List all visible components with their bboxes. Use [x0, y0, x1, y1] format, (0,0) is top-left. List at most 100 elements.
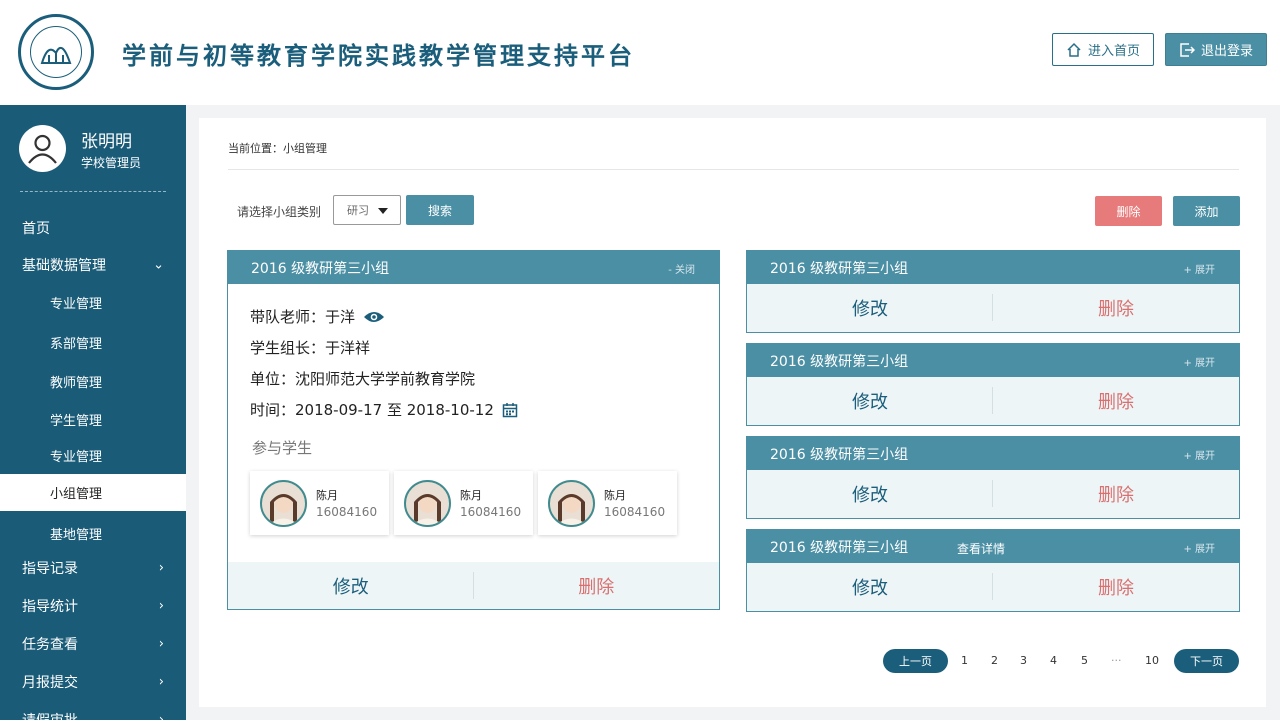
group-card-title: 2016 级教研第三小组	[770, 261, 909, 277]
prev-page-button[interactable]: 上一页	[883, 649, 948, 673]
logout-icon	[1180, 42, 1195, 57]
site-title: 学前与初等教育学院实践教学管理支持平台	[122, 42, 635, 70]
group-card-actions: 修改 删除	[228, 562, 719, 609]
next-page-button[interactable]: 下一页	[1174, 649, 1239, 673]
delete-button[interactable]: 删除	[993, 563, 1239, 611]
group-card-header[interactable]: 2016 级教研第三小组 + 展开	[747, 437, 1239, 471]
student-name: 陈月	[460, 489, 482, 502]
calendar-icon[interactable]	[502, 402, 518, 418]
sidebar-item-label: 系部管理	[50, 336, 103, 352]
delete-button[interactable]: 删除	[993, 470, 1239, 518]
sidebar-item-task[interactable]: 任务查看 ›	[0, 627, 186, 661]
sidebar-item-leave-approval[interactable]: 请假审批 ›	[0, 703, 186, 720]
group-card-actions: 修改 删除	[747, 377, 1239, 425]
teacher-text: 带队老师：于洋	[250, 308, 356, 326]
add-button[interactable]: 添加	[1173, 196, 1240, 226]
expand-toggle[interactable]: + 展开	[1183, 447, 1215, 462]
time-text: 时间：2018-09-17 至 2018-10-12	[250, 401, 494, 419]
group-card-title: 2016 级教研第三小组	[251, 260, 390, 277]
group-card-actions: 修改 删除	[747, 284, 1239, 332]
teacher-info: 带队老师：于洋	[250, 306, 385, 327]
university-logo	[18, 14, 94, 90]
sidebar: 张明明 学校管理员 首页 基础数据管理 ⌄ 专业管理 系部管理 教师管理 学生管理…	[0, 105, 186, 720]
page-number[interactable]: 2	[991, 654, 998, 667]
sidebar-item-guidance-record[interactable]: 指导记录 ›	[0, 551, 186, 585]
sidebar-item-group[interactable]: 小组管理	[0, 474, 186, 511]
page-number[interactable]: 1	[961, 654, 968, 667]
user-name: 张明明	[81, 132, 132, 152]
time-info: 时间：2018-09-17 至 2018-10-12	[250, 399, 518, 420]
page-number[interactable]: 10	[1145, 654, 1159, 667]
student-name: 陈月	[604, 489, 626, 502]
user-icon	[28, 134, 57, 164]
page-number[interactable]: 3	[1020, 654, 1027, 667]
group-card-actions: 修改 删除	[747, 563, 1239, 611]
logout-button-label: 退出登录	[1200, 44, 1253, 59]
student-card[interactable]: 陈月 16084160	[250, 471, 389, 535]
edit-button[interactable]: 修改	[747, 563, 993, 611]
group-type-select[interactable]: 研习	[333, 195, 401, 225]
group-card-collapsed: 2016 级教研第三小组 + 展开 修改 删除	[746, 250, 1240, 333]
logout-button[interactable]: 退出登录	[1165, 33, 1267, 66]
avatar	[19, 125, 66, 172]
top-header: 学前与初等教育学院实践教学管理支持平台 进入首页 退出登录	[0, 0, 1280, 105]
expand-toggle[interactable]: + 展开	[1183, 354, 1215, 369]
sidebar-item-monthly-report[interactable]: 月报提交 ›	[0, 665, 186, 699]
group-card-collapsed: 2016 级教研第三小组 + 展开 修改 删除	[746, 343, 1240, 426]
sidebar-item-base[interactable]: 基地管理	[0, 516, 186, 550]
sidebar-item-label: 基础数据管理	[22, 258, 106, 274]
sidebar-item-guidance-stats[interactable]: 指导统计 ›	[0, 589, 186, 623]
sidebar-item-teacher[interactable]: 教师管理	[0, 364, 186, 398]
collapse-toggle[interactable]: - 关闭	[668, 261, 695, 276]
home-button[interactable]: 进入首页	[1052, 33, 1154, 66]
sidebar-item-home[interactable]: 首页	[0, 211, 186, 245]
search-button[interactable]: 搜索	[406, 195, 474, 225]
delete-button[interactable]: 删除	[993, 284, 1239, 332]
sidebar-item-label: 专业管理	[50, 449, 103, 465]
sidebar-item-label: 基地管理	[50, 527, 103, 543]
sidebar-item-major[interactable]: 专业管理	[0, 285, 186, 319]
user-role: 学校管理员	[81, 156, 142, 170]
main-panel: 当前位置：小组管理 请选择小组类别 研习 搜索 删除 添加 2016 级教研第三…	[199, 118, 1266, 707]
edit-button[interactable]: 修改	[747, 377, 993, 425]
student-avatar	[404, 480, 451, 527]
group-card-header[interactable]: 2016 级教研第三小组 + 展开	[747, 251, 1239, 285]
edit-button[interactable]: 修改	[228, 562, 474, 609]
breadcrumb-divider	[228, 169, 1239, 170]
chevron-right-icon: ›	[158, 636, 164, 652]
page-number[interactable]: 4	[1050, 654, 1057, 667]
edit-button[interactable]: 修改	[747, 470, 993, 518]
edit-button[interactable]: 修改	[747, 284, 993, 332]
sidebar-item-major-2[interactable]: 专业管理	[0, 438, 186, 472]
sidebar-item-student[interactable]: 学生管理	[0, 402, 186, 436]
student-id: 16084160	[460, 505, 522, 519]
chevron-right-icon: ›	[158, 598, 164, 614]
group-card-header[interactable]: 2016 级教研第三小组 查看详情 + 展开	[747, 530, 1239, 564]
unit-info: 单位：沈阳师范大学学前教育学院	[250, 370, 476, 388]
delete-button[interactable]: 删除	[474, 562, 720, 609]
group-type-select-value: 研习	[347, 204, 369, 217]
sidebar-item-label: 专业管理	[50, 296, 103, 312]
sidebar-item-label: 指导统计	[22, 599, 78, 615]
sidebar-item-label: 请假审批	[22, 710, 78, 720]
sidebar-item-basic-data[interactable]: 基础数据管理 ⌄	[0, 248, 186, 282]
delete-button[interactable]: 删除	[993, 377, 1239, 425]
sidebar-item-label: 任务查看	[22, 637, 78, 653]
filter-label: 请选择小组类别	[237, 205, 322, 219]
student-card[interactable]: 陈月 16084160	[538, 471, 677, 535]
eye-icon[interactable]	[363, 310, 385, 324]
expand-toggle[interactable]: + 展开	[1183, 540, 1215, 555]
page-number[interactable]: 5	[1081, 654, 1088, 667]
chevron-right-icon: ›	[158, 560, 164, 576]
delete-button[interactable]: 删除	[1095, 196, 1162, 226]
student-id: 16084160	[604, 505, 666, 519]
group-card-actions: 修改 删除	[747, 470, 1239, 518]
student-card[interactable]: 陈月 16084160	[394, 471, 533, 535]
group-card-header[interactable]: 2016 级教研第三小组 - 关闭	[228, 251, 719, 284]
group-card-expanded: 2016 级教研第三小组 - 关闭 带队老师：于洋 学生组长：于洋祥 单位：沈阳…	[227, 250, 720, 610]
sidebar-item-department[interactable]: 系部管理	[0, 325, 186, 359]
student-avatar	[260, 480, 307, 527]
expand-toggle[interactable]: + 展开	[1183, 261, 1215, 276]
group-card-header[interactable]: 2016 级教研第三小组 + 展开	[747, 344, 1239, 378]
student-id: 16084160	[316, 505, 378, 519]
